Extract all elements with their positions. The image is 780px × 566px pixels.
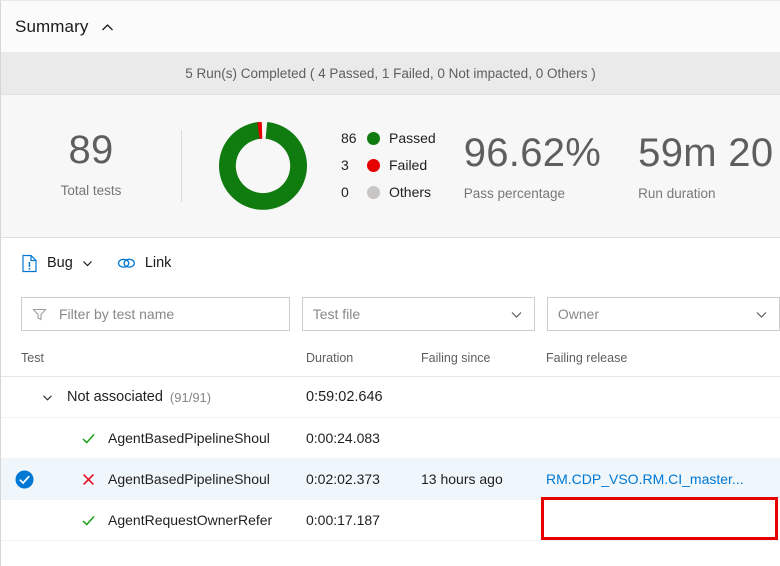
link-button[interactable]: Link bbox=[116, 254, 172, 272]
checked-circle-icon[interactable] bbox=[15, 470, 34, 489]
chevron-down-icon[interactable] bbox=[41, 391, 63, 404]
column-header-test[interactable]: Test bbox=[21, 351, 306, 365]
test-name[interactable]: AgentBasedPipelineShoul bbox=[108, 430, 270, 446]
table-row-group[interactable]: Not associated (91/91) 0:59:02.646 bbox=[1, 377, 780, 418]
test-cell: AgentBasedPipelineShoul bbox=[21, 471, 306, 487]
test-file-value: Test file bbox=[312, 306, 361, 322]
legend-dot-passed bbox=[367, 131, 380, 145]
group-duration: 0:59:02.646 bbox=[306, 389, 383, 405]
legend-label-failed: Failed bbox=[389, 157, 428, 173]
search-input[interactable]: Filter by test name bbox=[59, 306, 174, 322]
legend-item-others: 0 Others bbox=[341, 184, 436, 200]
group-cell: Not associated (91/91) bbox=[21, 389, 306, 405]
page-title: Summary bbox=[15, 16, 89, 36]
metrics-strip: 89 Total tests 86 Passed 3 Failed 0 Othe… bbox=[1, 95, 780, 238]
group-name: Not associated bbox=[67, 389, 163, 405]
table-row[interactable]: AgentBasedPipelineShoul 0:00:24.083 bbox=[1, 418, 780, 459]
test-file-dropdown[interactable]: Test file bbox=[301, 297, 535, 331]
failing-release-link[interactable]: RM.CDP_VSO.RM.CI_master... bbox=[546, 471, 744, 487]
metric-total-tests: 89 Total tests bbox=[1, 129, 181, 204]
outcome-legend: 86 Passed 3 Failed 0 Others bbox=[341, 130, 436, 202]
test-name[interactable]: AgentBasedPipelineShoul bbox=[108, 471, 270, 487]
test-duration: 0:02:02.373 bbox=[306, 471, 380, 487]
link-icon bbox=[116, 254, 136, 272]
search-input-wrapper[interactable]: Filter by test name bbox=[21, 297, 290, 331]
test-failing-since: 13 hours ago bbox=[421, 471, 503, 487]
group-count: (91/91) bbox=[169, 389, 212, 405]
table-row-selected[interactable]: AgentBasedPipelineShoul 0:02:02.373 13 h… bbox=[1, 459, 780, 500]
summary-section-header[interactable]: Summary bbox=[1, 1, 780, 53]
test-results-summary-page: Summary 5 Run(s) Completed ( 4 Passed, 1… bbox=[0, 0, 780, 566]
divider bbox=[181, 130, 182, 202]
checkmark-icon bbox=[79, 513, 97, 528]
outcome-donut-chart bbox=[199, 102, 327, 230]
legend-label-passed: Passed bbox=[389, 130, 436, 146]
bug-label: Bug bbox=[47, 255, 73, 271]
metric-pass-percentage: 96.62% Pass percentage bbox=[464, 132, 601, 201]
run-status-banner: 5 Run(s) Completed ( 4 Passed, 1 Failed,… bbox=[1, 53, 780, 95]
legend-count-passed: 86 bbox=[341, 130, 357, 146]
test-cell: AgentRequestOwnerRefer bbox=[21, 512, 306, 528]
column-header-failing-release[interactable]: Failing release bbox=[546, 351, 746, 365]
owner-value: Owner bbox=[557, 306, 600, 322]
bug-button[interactable]: Bug bbox=[21, 254, 94, 273]
column-header-failing-since[interactable]: Failing since bbox=[421, 351, 546, 365]
pass-percentage-value: 96.62% bbox=[463, 130, 602, 175]
test-failing-release-cell: RM.CDP_VSO.RM.CI_master... bbox=[546, 471, 746, 487]
run-duration-label: Run duration bbox=[638, 185, 716, 201]
test-results-table: Test Duration Failing since Failing rele… bbox=[1, 340, 780, 541]
total-tests-value: 89 bbox=[68, 127, 114, 172]
table-row[interactable]: AgentRequestOwnerRefer 0:00:17.187 bbox=[1, 500, 780, 541]
legend-dot-failed bbox=[367, 158, 380, 172]
legend-dot-others bbox=[367, 185, 380, 199]
run-duration-value: 59m 20 bbox=[638, 130, 774, 175]
chevron-down-icon[interactable] bbox=[754, 307, 769, 322]
test-duration: 0:00:24.083 bbox=[306, 430, 380, 446]
run-status-text: 5 Run(s) Completed ( 4 Passed, 1 Failed,… bbox=[185, 66, 596, 81]
chevron-down-icon[interactable] bbox=[81, 257, 94, 270]
metric-run-duration: 59m 20 Run duration bbox=[638, 132, 773, 201]
chevron-up-icon[interactable] bbox=[99, 19, 116, 36]
legend-item-passed: 86 Passed bbox=[341, 130, 436, 146]
total-tests-label: Total tests bbox=[60, 182, 122, 198]
legend-label-others: Others bbox=[389, 184, 432, 200]
link-label: Link bbox=[144, 255, 172, 271]
chevron-down-icon[interactable] bbox=[509, 307, 524, 322]
funnel-icon bbox=[32, 307, 47, 322]
test-name[interactable]: AgentRequestOwnerRefer bbox=[108, 512, 272, 528]
legend-count-failed: 3 bbox=[341, 157, 349, 173]
pass-percentage-label: Pass percentage bbox=[463, 185, 566, 201]
donut-svg bbox=[219, 122, 307, 210]
legend-item-failed: 3 Failed bbox=[341, 157, 436, 173]
table-header-row: Test Duration Failing since Failing rele… bbox=[1, 340, 780, 377]
checkmark-icon bbox=[79, 431, 97, 446]
legend-count-others: 0 bbox=[341, 184, 349, 200]
owner-dropdown[interactable]: Owner bbox=[546, 297, 780, 331]
bug-document-icon bbox=[21, 254, 38, 273]
cross-icon bbox=[79, 472, 97, 487]
filter-bar: Filter by test name Test file Owner bbox=[1, 288, 780, 340]
test-cell: AgentBasedPipelineShoul bbox=[21, 430, 306, 446]
command-bar: Bug Link bbox=[1, 238, 780, 288]
test-duration: 0:00:17.187 bbox=[306, 512, 380, 528]
column-header-duration[interactable]: Duration bbox=[306, 351, 421, 365]
